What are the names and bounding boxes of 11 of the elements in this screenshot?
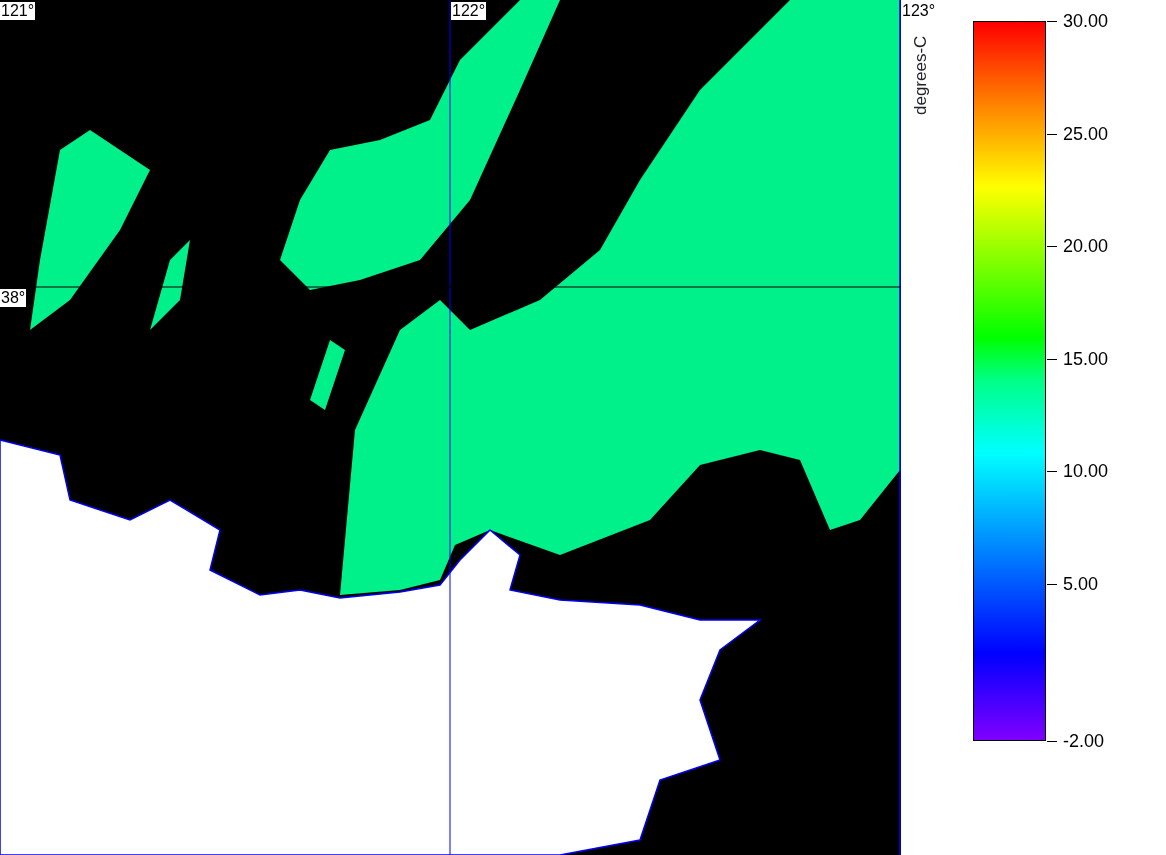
scale-value: 15.00 — [1063, 348, 1109, 369]
longitude-label: 122° — [451, 2, 487, 20]
scale-value: 30.00 — [1063, 11, 1109, 31]
scale-value: 5.00 — [1063, 573, 1099, 594]
scale-value: -2.00 — [1063, 731, 1105, 751]
longitude-label: 121° — [0, 2, 36, 20]
legend-title: degrees-C — [911, 35, 931, 115]
scale-value: 20.00 — [1063, 236, 1109, 256]
latitude-label: 38° — [0, 289, 27, 307]
scale-value: 10.00 — [1063, 461, 1109, 481]
scale-value: 25.00 — [1063, 123, 1109, 144]
